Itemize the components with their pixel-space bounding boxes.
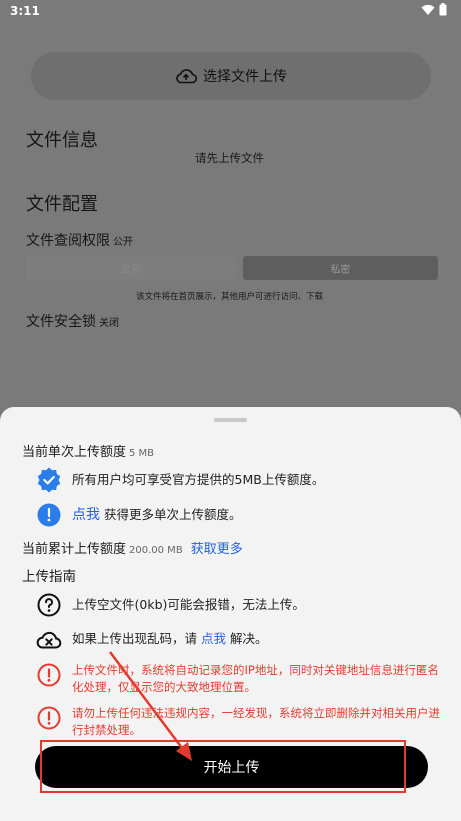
- warning-icon: [36, 705, 62, 731]
- view-permission-value: 公开: [113, 237, 133, 248]
- view-permission-row: 文件查阅权限 公开: [26, 230, 133, 250]
- guide-garbled-prefix: 如果上传出现乱码，请: [72, 631, 198, 646]
- total-quota-label: 当前累计上传额度: [22, 542, 127, 557]
- select-file-label: 选择文件上传: [203, 69, 287, 85]
- guide-violation-warning-item: 请勿上传任何违法违规内容，一经发现，系统将立即删除并对相关用户进行封禁处理。: [36, 705, 446, 739]
- info-clock-icon: [36, 502, 62, 528]
- sheet-drag-handle[interactable]: [214, 418, 247, 422]
- guide-title: 上传指南: [22, 569, 76, 585]
- security-lock-label: 文件安全锁: [26, 314, 96, 330]
- guide-garbled-item: 如果上传出现乱码，请 点我 解决。: [36, 626, 446, 652]
- get-more-single-link[interactable]: 点我: [72, 507, 100, 523]
- view-permission-hint: 该文件将在首页展示，其他用户可进行访问、下载: [136, 292, 324, 302]
- file-info-empty-hint: 请先上传文件: [195, 151, 264, 165]
- status-time: 3:11: [10, 4, 40, 18]
- guide-empty-file-text: 上传空文件(0kb)可能会报错，无法上传。: [72, 597, 305, 612]
- wifi-icon: [421, 4, 435, 15]
- start-upload-button[interactable]: 开始上传: [35, 746, 428, 788]
- official-quota-text: 所有用户均可享受官方提供的5MB上传额度。: [72, 472, 325, 487]
- view-permission-label: 文件查阅权限: [26, 233, 110, 249]
- guide-empty-file-item: 上传空文件(0kb)可能会报错，无法上传。: [36, 592, 446, 618]
- permission-public-option[interactable]: 公开: [26, 256, 236, 280]
- verified-badge-icon: [36, 467, 62, 493]
- guide-violation-warning-text: 请勿上传任何违法违规内容，一经发现，系统将立即删除并对相关用户进行封禁处理。: [72, 706, 440, 737]
- security-lock-value: 关闭: [99, 318, 119, 329]
- warning-icon: [36, 662, 62, 688]
- guide-garbled-suffix: 解决。: [230, 631, 268, 646]
- cloud-upload-icon: [176, 69, 197, 84]
- get-more-single-item: 点我 获得更多单次上传额度。: [36, 502, 446, 528]
- security-lock-row[interactable]: 文件安全锁 关闭: [26, 311, 119, 331]
- upload-quota-sheet: 当前单次上传额度 5 MB 所有用户均可享受官方提供的5MB上传额度。 点我 获得…: [0, 407, 461, 821]
- get-more-total-link[interactable]: 获取更多: [191, 542, 243, 557]
- guide-ip-warning-item: 上传文件时，系统将自动记录您的IP地址，同时对关键地址信息进行匿名化处理，仅显示…: [36, 662, 446, 696]
- single-quota-label: 当前单次上传额度: [22, 445, 127, 460]
- single-quota-value: 5 MB: [129, 448, 155, 459]
- upload-page: 选择文件上传 文件信息 请先上传文件 文件配置 文件查阅权限 公开 公开 私密 该…: [0, 22, 461, 407]
- guide-garbled-link[interactable]: 点我: [201, 631, 226, 646]
- single-quota: 当前单次上传额度 5 MB: [22, 441, 154, 460]
- total-quota-value: 200.00 MB: [129, 545, 183, 556]
- select-file-button[interactable]: 选择文件上传: [31, 52, 431, 100]
- file-config-title: 文件配置: [26, 194, 98, 215]
- total-quota: 当前累计上传额度 200.00 MB 获取更多: [22, 538, 243, 557]
- file-info-title: 文件信息: [26, 130, 98, 151]
- get-more-single-text: 获得更多单次上传额度。: [103, 507, 242, 522]
- guide-ip-warning-text: 上传文件时，系统将自动记录您的IP地址，同时对关键地址信息进行匿名化处理，仅显示…: [72, 663, 439, 694]
- official-quota-item: 所有用户均可享受官方提供的5MB上传额度。: [36, 467, 446, 493]
- status-bar: 3:11: [0, 0, 461, 22]
- status-icons: [421, 3, 447, 16]
- question-icon: [36, 592, 62, 618]
- cloud-error-icon: [36, 626, 62, 652]
- battery-icon: [439, 3, 447, 16]
- permission-private-option[interactable]: 私密: [243, 256, 438, 280]
